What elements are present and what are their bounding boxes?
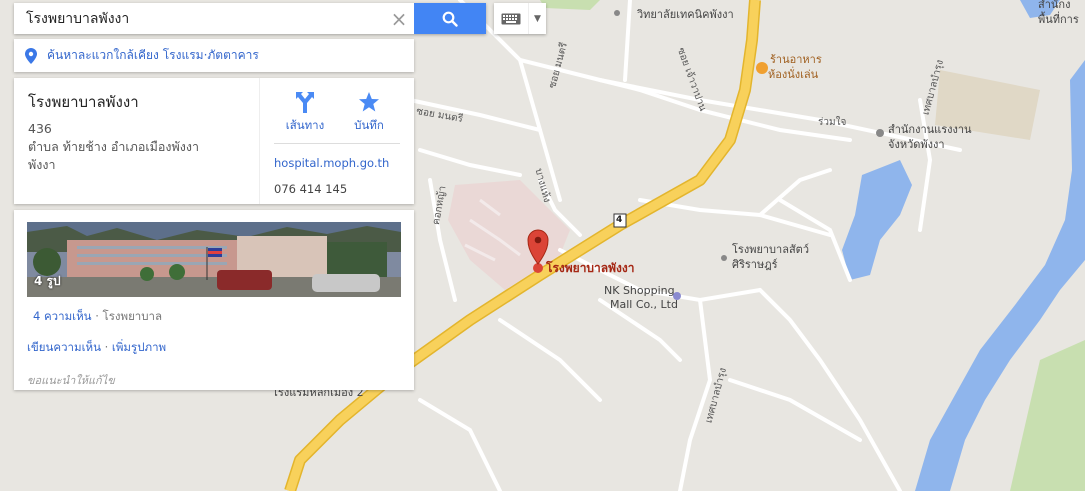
- label-restaurant-1[interactable]: ร้านอาหาร: [770, 53, 822, 66]
- reviews-row: 4 ความเห็น · โรงพยาบาล: [27, 308, 401, 326]
- suggest-edit-link[interactable]: ขอแนะนำให้แก้ไข: [27, 371, 401, 389]
- place-title: โรงพยาบาลพังงา: [28, 93, 139, 111]
- location-pin-icon: [25, 47, 37, 64]
- search-box: ×: [14, 3, 486, 34]
- contribute-row: เขียนความเห็น · เพิ่มรูปภาพ: [27, 339, 401, 357]
- directions-button[interactable]: เส้นทาง: [274, 90, 336, 135]
- hospital-photo: [27, 222, 401, 297]
- address-line-1: 436: [28, 121, 52, 136]
- label-vet-1[interactable]: โรงพยาบาลสัตว์: [732, 243, 809, 256]
- action-row: เส้นทาง บันทึก: [274, 90, 400, 144]
- address-line-2: ตำบล ท้ายช้าง อำเภอเมืองพังงา: [28, 139, 200, 154]
- label-corner-1[interactable]: สำนักง: [1038, 0, 1070, 11]
- input-tools: ▼: [494, 3, 546, 34]
- clear-search-button[interactable]: ×: [384, 3, 414, 34]
- search-nearby-text[interactable]: ค้นหาละแวกใกล้เคียง โรงแรม·ภัตตาคาร: [47, 46, 259, 65]
- label-mall-2[interactable]: Mall Co., Ltd: [610, 298, 678, 311]
- phone-number[interactable]: 076 414 145: [274, 182, 400, 196]
- add-photo-link[interactable]: เพิ่มรูปภาพ: [112, 340, 166, 354]
- marker-label[interactable]: โรงพยาบาลพังงา: [546, 262, 635, 275]
- photo-thumbnail[interactable]: 4 รูป: [27, 222, 401, 297]
- place-info: โรงพยาบาลพังงา 436 ตำบล ท้ายช้าง อำเภอเม…: [14, 78, 259, 204]
- separator: ·: [104, 340, 109, 354]
- directions-icon: [296, 92, 314, 113]
- input-tools-dropdown[interactable]: ▼: [528, 3, 546, 34]
- restaurant-icon: [756, 62, 768, 74]
- route-shield-label: 4: [616, 215, 623, 225]
- address-line-3: พังงา: [28, 157, 56, 172]
- label-corner-2[interactable]: พื้นที่การ: [1038, 13, 1079, 26]
- keyboard-button[interactable]: [494, 3, 528, 34]
- search-icon: [442, 11, 458, 27]
- office-icon: [876, 129, 884, 137]
- search-nearby-bar[interactable]: ค้นหาละแวกใกล้เคียง โรงแรม·ภัตตาคาร: [14, 39, 414, 72]
- photo-count: 4 รูป: [34, 274, 61, 288]
- website-link[interactable]: hospital.moph.go.th: [274, 156, 400, 170]
- category-text: · โรงพยาบาล: [95, 309, 163, 323]
- chevron-down-icon: ▼: [534, 13, 541, 24]
- label-college[interactable]: วิทยาลัยเทคนิคพังงา: [637, 8, 734, 21]
- keyboard-icon: [501, 13, 521, 24]
- directions-label: เส้นทาง: [285, 118, 325, 132]
- write-review-link[interactable]: เขียนความเห็น: [27, 340, 101, 354]
- place-actions-panel: เส้นทาง บันทึก hospital.moph.go.th 076 4…: [259, 78, 414, 204]
- label-restaurant-2[interactable]: ห้องนั่งเล่น: [768, 68, 818, 81]
- search-button[interactable]: [414, 3, 486, 34]
- details-card: 4 รูป 4 ความเห็น · โรงพยาบาล เขียนความเห…: [14, 210, 414, 390]
- save-label: บันทึก: [354, 118, 384, 132]
- reviews-link[interactable]: 4 ความเห็น: [33, 309, 92, 323]
- search-input[interactable]: [14, 3, 384, 34]
- label-vet-2[interactable]: ศิริราษฎร์: [732, 258, 778, 271]
- place-card: โรงพยาบาลพังงา 436 ตำบล ท้ายช้าง อำเภอเม…: [14, 78, 414, 204]
- star-icon: [359, 92, 379, 112]
- label-office-2[interactable]: จังหวัดพังงา: [888, 138, 945, 151]
- label-mall-1[interactable]: NK Shopping: [604, 284, 675, 297]
- close-icon: ×: [390, 6, 408, 31]
- road-ruam-jai: ร่วมใจ: [818, 117, 847, 128]
- label-office-1[interactable]: สำนักงานแรงงาน: [888, 123, 972, 136]
- save-button[interactable]: บันทึก: [338, 90, 400, 135]
